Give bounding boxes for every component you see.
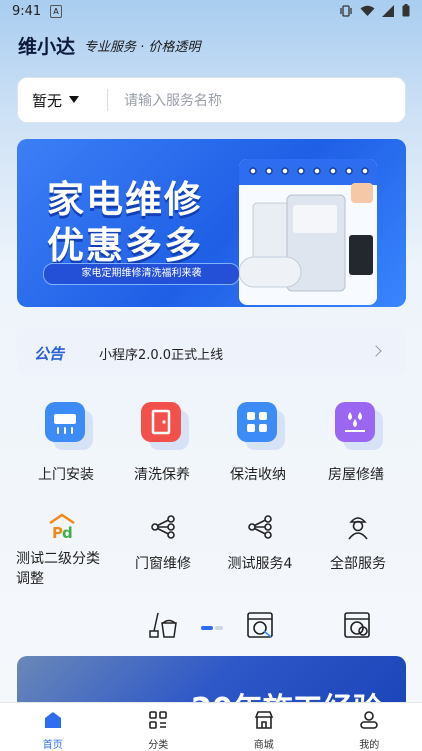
- sim-icon: A: [50, 5, 62, 18]
- share-node-icon: [246, 513, 274, 541]
- tab-label: 我的: [317, 736, 422, 751]
- chevron-right-icon: [370, 345, 381, 356]
- door-icon: [141, 402, 181, 442]
- category-test-service4[interactable]: 测试服务4: [212, 513, 308, 573]
- category-housekeeping[interactable]: 保洁收纳: [210, 402, 306, 484]
- status-bar: 9:41 A: [0, 0, 422, 26]
- banner-carousel[interactable]: 家电维修 优惠多多 家电定期维修清洗福利来袭: [17, 139, 406, 307]
- page-indicator: [201, 626, 223, 630]
- category-label: 保洁收纳: [210, 464, 306, 484]
- search-divider: [107, 89, 108, 111]
- bottom-tab-bar: 首页 分类 商城 我的: [0, 702, 422, 751]
- calendar-illustration: [239, 159, 377, 305]
- category-repair[interactable]: 房屋修缮: [308, 402, 404, 484]
- category-label: 房屋修缮: [308, 464, 404, 484]
- tab-home[interactable]: 首页: [0, 703, 106, 751]
- pd-icon: P d: [48, 513, 76, 541]
- category-icon: [147, 709, 169, 731]
- tab-shop[interactable]: 商城: [211, 703, 317, 751]
- tab-mine[interactable]: 我的: [317, 703, 422, 751]
- shop-icon: [253, 709, 275, 731]
- tab-label: 首页: [0, 736, 106, 751]
- notice-tag: 公告: [34, 343, 64, 364]
- worker-icon: [344, 513, 372, 541]
- vibrate-icon: [339, 5, 353, 17]
- banner-subtitle: 家电定期维修清洗福利来袭: [43, 263, 240, 285]
- search-input[interactable]: [122, 88, 396, 114]
- status-time: 9:41: [12, 4, 41, 19]
- category-test-level2[interactable]: P d 测试二级分类调整: [16, 513, 108, 589]
- category-label: 测试服务4: [212, 553, 308, 573]
- grid-icon: [237, 402, 277, 442]
- category-all-services[interactable]: 全部服务: [310, 513, 406, 573]
- washing-machine-icon: [246, 611, 274, 639]
- category-cleaning[interactable]: 清洗保养: [114, 402, 210, 484]
- city-selector[interactable]: 暂无: [32, 90, 62, 111]
- category-label: 上门安装: [18, 464, 114, 484]
- battery-icon: [402, 4, 410, 17]
- water-heater-illustration: [239, 159, 377, 305]
- share-node-icon: [149, 513, 177, 541]
- status-icons: [339, 4, 410, 17]
- app-slogan: 专业服务 · 价格透明: [84, 36, 200, 55]
- category-install[interactable]: 上门安装: [18, 402, 114, 484]
- svg-text:d: d: [62, 524, 73, 541]
- user-icon: [358, 709, 380, 731]
- notice-message: 小程序2.0.0正式上线: [99, 344, 223, 363]
- chevron-down-icon[interactable]: [69, 96, 79, 103]
- cleaning-bucket-icon: [148, 611, 178, 639]
- signal-icon: [382, 5, 395, 17]
- drops-icon: [335, 402, 375, 442]
- tab-category[interactable]: 分类: [106, 703, 212, 751]
- category-label: 测试二级分类调整: [16, 549, 108, 589]
- app-brand: 维小达: [18, 32, 75, 59]
- tab-label: 商城: [211, 736, 317, 751]
- washing-machine-icon: [343, 611, 371, 639]
- category-label: 清洗保养: [114, 464, 210, 484]
- category-label: 门窗维修: [115, 553, 211, 573]
- category-label: 全部服务: [310, 553, 406, 573]
- notice-bar[interactable]: 公告 小程序2.0.0正式上线: [17, 329, 406, 375]
- home-icon: [42, 709, 64, 731]
- search-bar: 暂无: [17, 77, 406, 123]
- banner-title-line2: 优惠多多: [47, 215, 203, 269]
- ac-install-icon: [45, 402, 85, 442]
- wifi-icon: [360, 5, 375, 17]
- category-door-window[interactable]: 门窗维修: [115, 513, 211, 573]
- tab-label: 分类: [106, 736, 212, 751]
